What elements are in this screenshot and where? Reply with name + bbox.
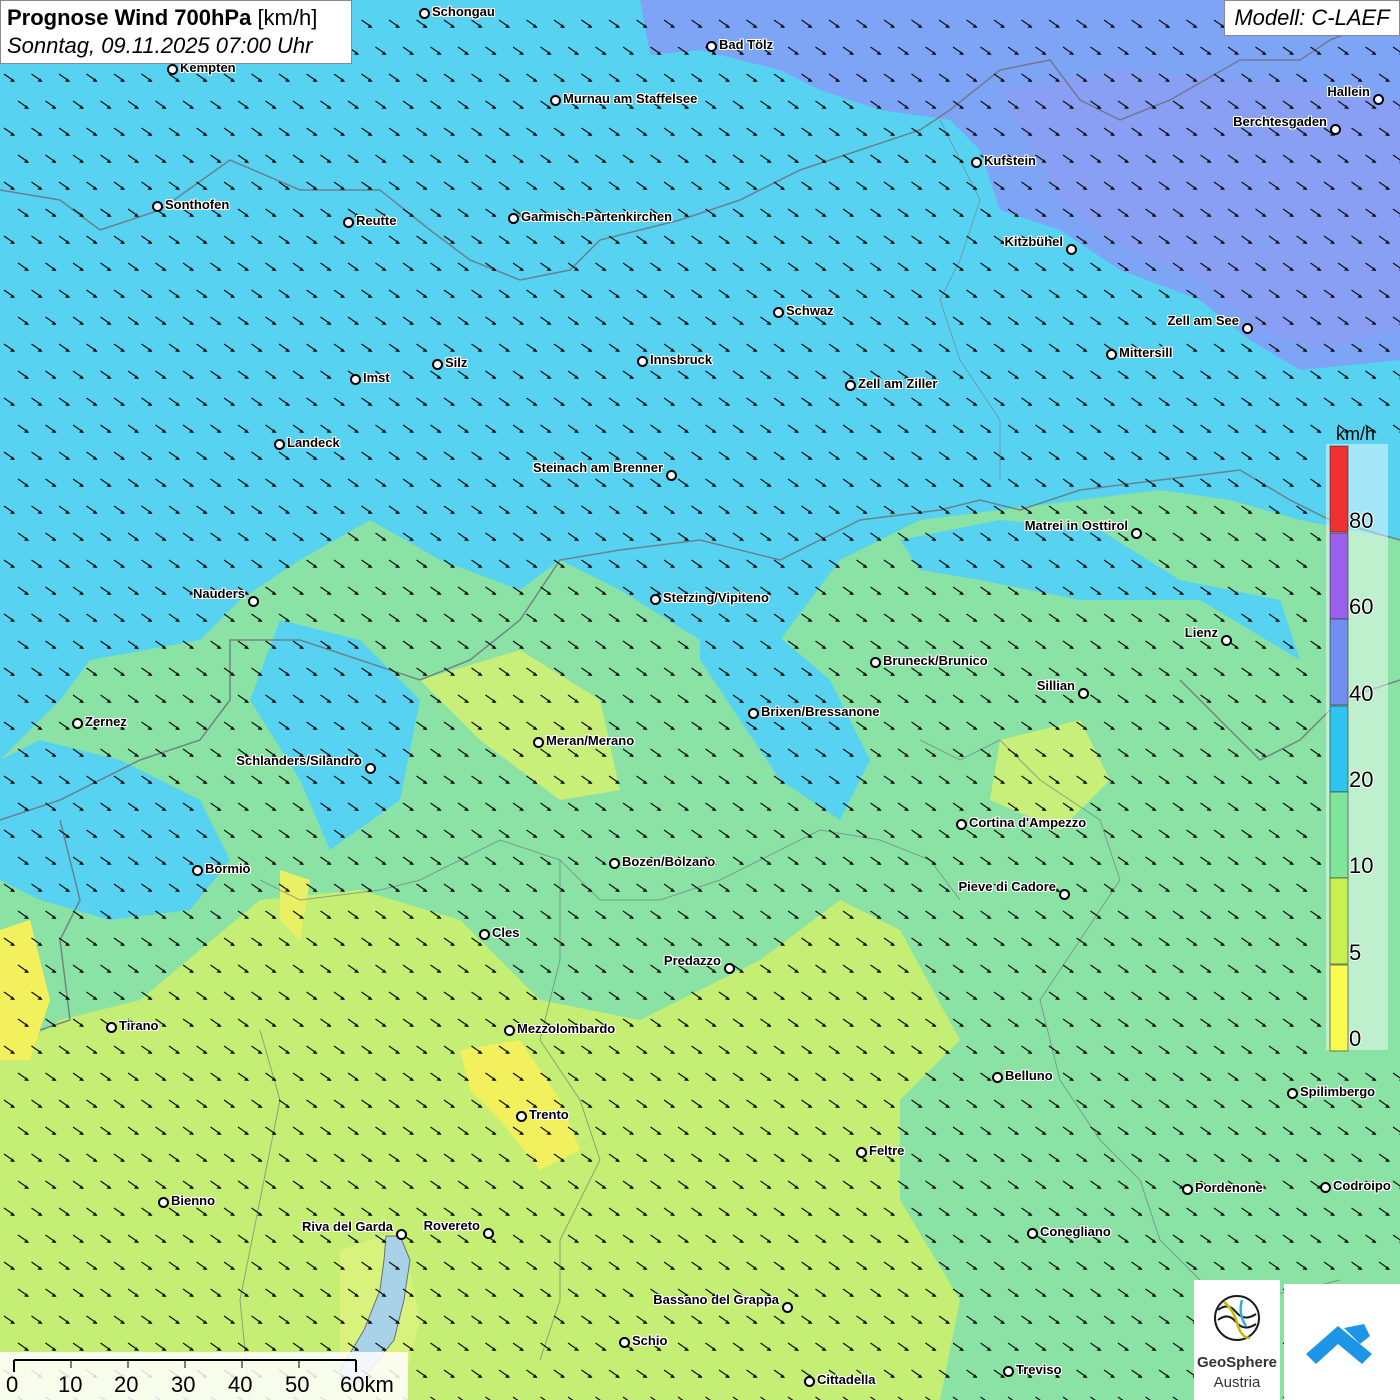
wind-forecast-map[interactable]: Schongau Bad Tölz Kempten Murnau am Staffel… [0, 0, 1400, 1400]
